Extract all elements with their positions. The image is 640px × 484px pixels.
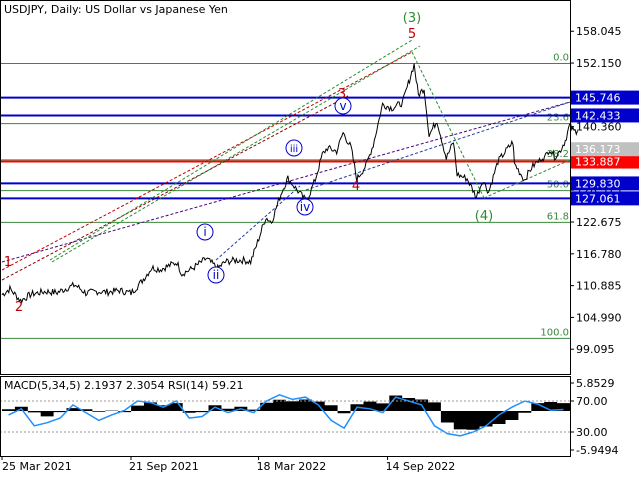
indicator-tick-label: 5.8529 — [576, 377, 615, 390]
wave-label: 2 — [15, 300, 23, 315]
wave-label: iii — [290, 144, 298, 155]
wave-label: v — [339, 99, 346, 113]
indicator-label: MACD(5,34,5) 2.1937 2.3054 RSI(14) 59.21 — [4, 379, 243, 392]
date-tick-label: 25 Mar 2021 — [2, 460, 72, 473]
price-chart: 0.023.638.250.061.8100.0 12345(3)(4)iiii… — [0, 0, 640, 480]
wave-label: 4 — [352, 179, 360, 194]
level-label: 145.746 — [575, 92, 621, 105]
fibo-label: 61.8 — [547, 211, 569, 222]
wave-label: 1 — [4, 255, 12, 270]
price-tick-label: 116.780 — [576, 248, 622, 261]
level-label: 142.433 — [575, 109, 621, 122]
fibo-label: 23.6 — [547, 113, 569, 124]
wave-label: (4) — [475, 209, 493, 224]
price-tick-label: 152.150 — [576, 57, 622, 70]
indicator-tick-label: -5.9494 — [576, 444, 618, 457]
level-label: 127.061 — [575, 192, 621, 205]
date-tick-label: 18 Mar 2022 — [257, 460, 327, 473]
indicator-tick-label: 30.00 — [576, 426, 608, 439]
fibo-label: 100.0 — [540, 327, 569, 338]
wave-label: iv — [300, 200, 310, 214]
indicator-tick-label: 70.00 — [576, 395, 608, 408]
date-tick-label: 14 Sep 2022 — [386, 460, 456, 473]
price-tick-label: 140.360 — [576, 121, 622, 134]
price-tick-label: 158.045 — [576, 25, 622, 38]
chart-title: USDJPY, Daily: US Dollar vs Japanese Yen — [4, 3, 228, 16]
wave-label: (3) — [403, 11, 421, 26]
level-label: 129.830 — [575, 177, 621, 190]
fibo-label: 0.0 — [553, 53, 569, 64]
level-label: 133.887 — [575, 156, 621, 169]
current-price-label: 136.173 — [575, 143, 621, 156]
price-tick-label: 110.885 — [576, 280, 622, 293]
wave-label: i — [203, 225, 206, 239]
wave-label: 5 — [408, 27, 416, 42]
chart-root: 0.0 23.6 38.2 50.0 61.8 100.0 1 2 3 4 5 (3) (4) i ii i… — [0, 0, 640, 480]
fibo-label: 50.0 — [547, 180, 569, 191]
wave-label: ii — [213, 268, 220, 282]
price-tick-label: 122.675 — [576, 216, 622, 229]
price-tick-label: 104.990 — [576, 311, 622, 324]
date-tick-label: 21 Sep 2021 — [129, 460, 199, 473]
price-tick-label: 99.095 — [576, 343, 615, 356]
